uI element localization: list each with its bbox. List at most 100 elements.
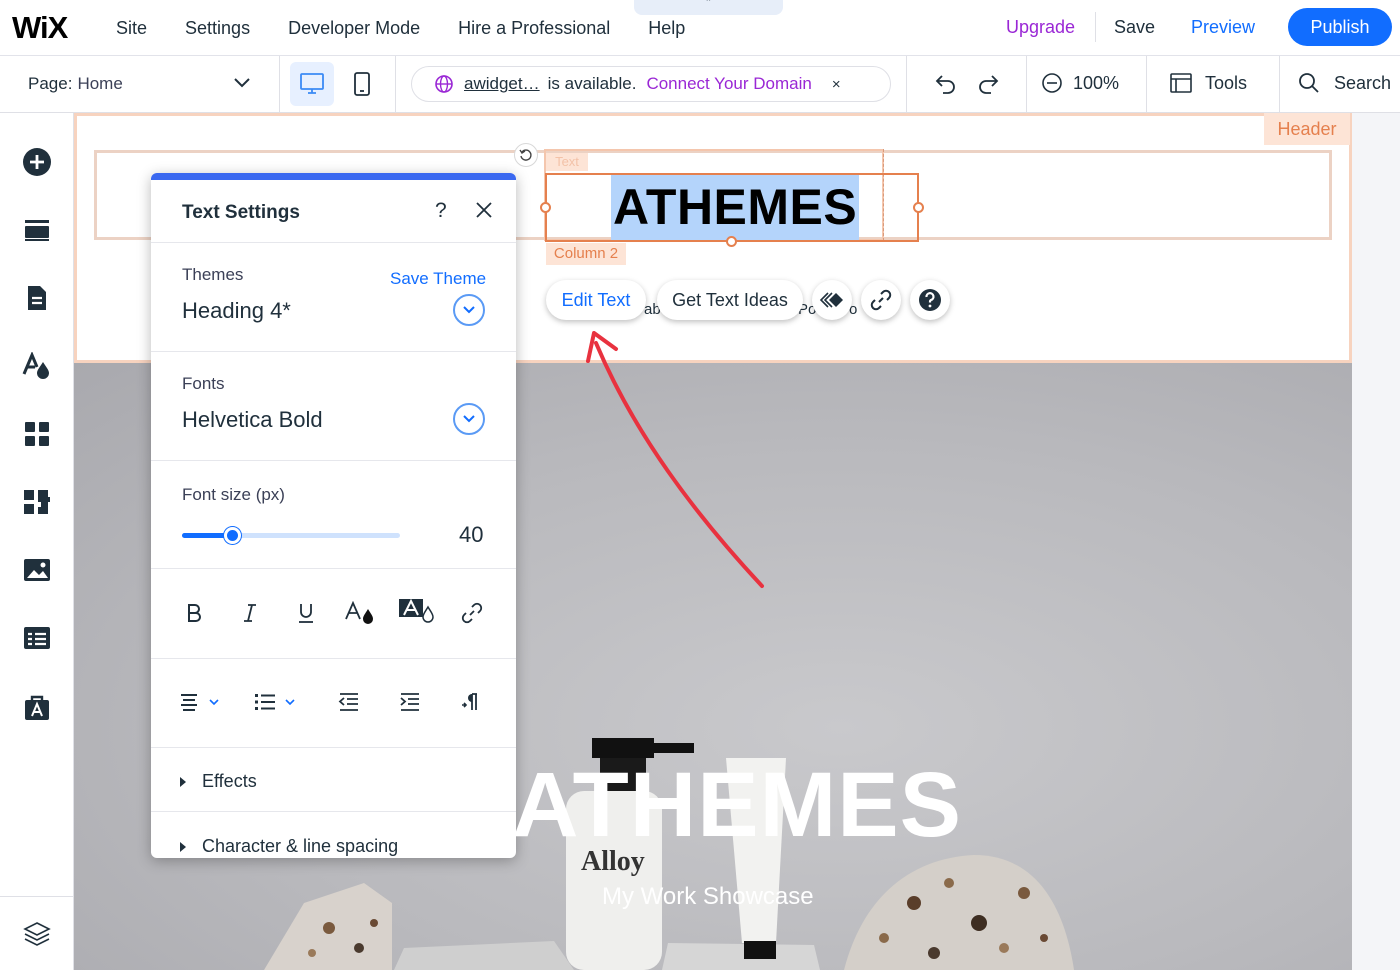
menu-hire-a-professional[interactable]: Hire a Professional (458, 18, 610, 39)
domain-name[interactable]: awidget… (464, 74, 540, 94)
add-section-button[interactable] (18, 211, 56, 249)
text-direction-button[interactable] (452, 684, 488, 720)
app-market-button[interactable] (18, 689, 56, 727)
product-label: Alloy (581, 846, 645, 877)
add-apps-button[interactable] (18, 415, 56, 453)
zoom-control[interactable]: 100% (1041, 72, 1119, 94)
menu-settings[interactable]: Settings (185, 18, 250, 39)
add-elements-button[interactable] (18, 143, 56, 181)
chevron-down-icon (234, 78, 250, 88)
wix-editor: WiX Site Settings Developer Mode Hire a … (0, 0, 1400, 970)
collapse-toolbar-tab[interactable]: ˆ (634, 0, 783, 15)
business-apps-button[interactable] (18, 483, 56, 521)
site-design-button[interactable] (18, 347, 56, 385)
link-button[interactable] (861, 280, 901, 320)
theme-value[interactable]: Heading 4* (182, 298, 291, 324)
help-button[interactable] (910, 280, 950, 320)
publish-button[interactable]: Publish (1288, 8, 1392, 46)
bold-button[interactable] (176, 595, 212, 631)
divider (151, 568, 516, 569)
edit-text-button[interactable]: Edit Text (546, 280, 646, 320)
panel-title: Text Settings (182, 202, 300, 223)
upgrade-link[interactable]: Upgrade (1006, 17, 1075, 38)
redo-button[interactable] (976, 72, 1000, 101)
text-link-button[interactable] (454, 595, 490, 631)
pages-menus-button[interactable] (18, 279, 56, 317)
divider (1146, 56, 1147, 112)
decrease-indent-button[interactable] (331, 684, 367, 720)
resize-handle-left[interactable] (540, 202, 551, 213)
character-line-spacing-toggle[interactable]: Character & line spacing (180, 836, 398, 857)
fonts-dropdown-button[interactable] (453, 403, 485, 435)
divider (151, 658, 516, 659)
page-icon (28, 286, 46, 310)
desktop-view-button[interactable] (290, 62, 334, 106)
resize-handle-bottom[interactable] (726, 236, 737, 247)
panel-help-button[interactable]: ? (435, 199, 447, 223)
menu-developer-mode[interactable]: Developer Mode (288, 18, 420, 39)
mobile-view-button[interactable] (342, 62, 382, 106)
theme-icon (22, 352, 49, 379)
panel-drag-bar[interactable] (151, 173, 516, 180)
media-button[interactable] (18, 551, 56, 589)
column-2-tag: Column 2 (546, 243, 626, 265)
font-size-label: Font size (px) (182, 485, 285, 504)
cms-button[interactable] (18, 619, 56, 657)
search-label: Search (1334, 72, 1392, 93)
tools-button[interactable]: Tools (1169, 72, 1247, 94)
search-button[interactable]: Search (1298, 72, 1391, 94)
align-center-icon (181, 694, 219, 711)
layers-button[interactable] (18, 915, 56, 953)
effects-section-toggle[interactable]: Effects (180, 771, 257, 792)
preview-button[interactable]: Preview (1191, 17, 1255, 38)
animation-button[interactable] (812, 280, 852, 320)
underline-button[interactable] (288, 595, 324, 631)
text-color-button[interactable] (342, 595, 378, 631)
alignment-dropdown[interactable] (173, 684, 225, 720)
text-color-icon (345, 601, 373, 624)
caret-right-icon (180, 841, 186, 852)
save-button[interactable]: Save (1114, 17, 1155, 38)
list-dropdown[interactable] (249, 684, 301, 720)
character-line-spacing-label: Character & line spacing (202, 836, 399, 856)
menu-site[interactable]: Site (116, 18, 147, 39)
font-size-slider-thumb[interactable] (224, 527, 241, 544)
page-selector[interactable]: Page: Home (0, 56, 280, 112)
divider (1026, 56, 1027, 112)
selection-box[interactable] (545, 173, 919, 242)
zoom-out-icon (1042, 73, 1062, 93)
font-value[interactable]: Helvetica Bold (182, 407, 323, 433)
menu-help[interactable]: Help (648, 18, 685, 39)
divider (395, 56, 396, 112)
image-icon (24, 559, 50, 581)
resize-handle-right[interactable] (913, 202, 924, 213)
undo-button[interactable] (934, 72, 958, 101)
connect-domain-link[interactable]: Connect Your Domain (646, 74, 811, 94)
chevron-up-icon: ˆ (706, 0, 711, 10)
save-theme-link[interactable]: Save Theme (390, 269, 486, 289)
question-icon (919, 289, 941, 311)
redo-icon (979, 75, 999, 94)
italic-button[interactable] (232, 595, 268, 631)
undo-icon (935, 75, 955, 94)
left-sidebar (0, 113, 74, 970)
hero-subtitle[interactable]: My Work Showcase (602, 883, 814, 911)
highlight-color-button[interactable] (397, 593, 437, 629)
increase-indent-button[interactable] (392, 684, 428, 720)
divider (906, 56, 907, 112)
get-text-ideas-button[interactable]: Get Text Ideas (657, 280, 803, 320)
tools-icon (1170, 73, 1192, 93)
rotate-handle[interactable] (514, 143, 538, 167)
italic-icon (244, 604, 256, 622)
hero-title[interactable]: ATHEMES (512, 753, 962, 858)
layers-icon (23, 922, 51, 946)
close-domain-banner-button[interactable]: × (832, 76, 841, 93)
panel-close-button[interactable] (475, 201, 493, 224)
divider (151, 460, 516, 461)
canvas-margin (1352, 113, 1400, 970)
wix-logo[interactable]: WiX (12, 10, 68, 46)
font-size-slider[interactable] (182, 527, 400, 544)
themes-dropdown-button[interactable] (453, 294, 485, 326)
font-size-value[interactable]: 40 (459, 522, 483, 548)
apps-icon (25, 422, 49, 446)
